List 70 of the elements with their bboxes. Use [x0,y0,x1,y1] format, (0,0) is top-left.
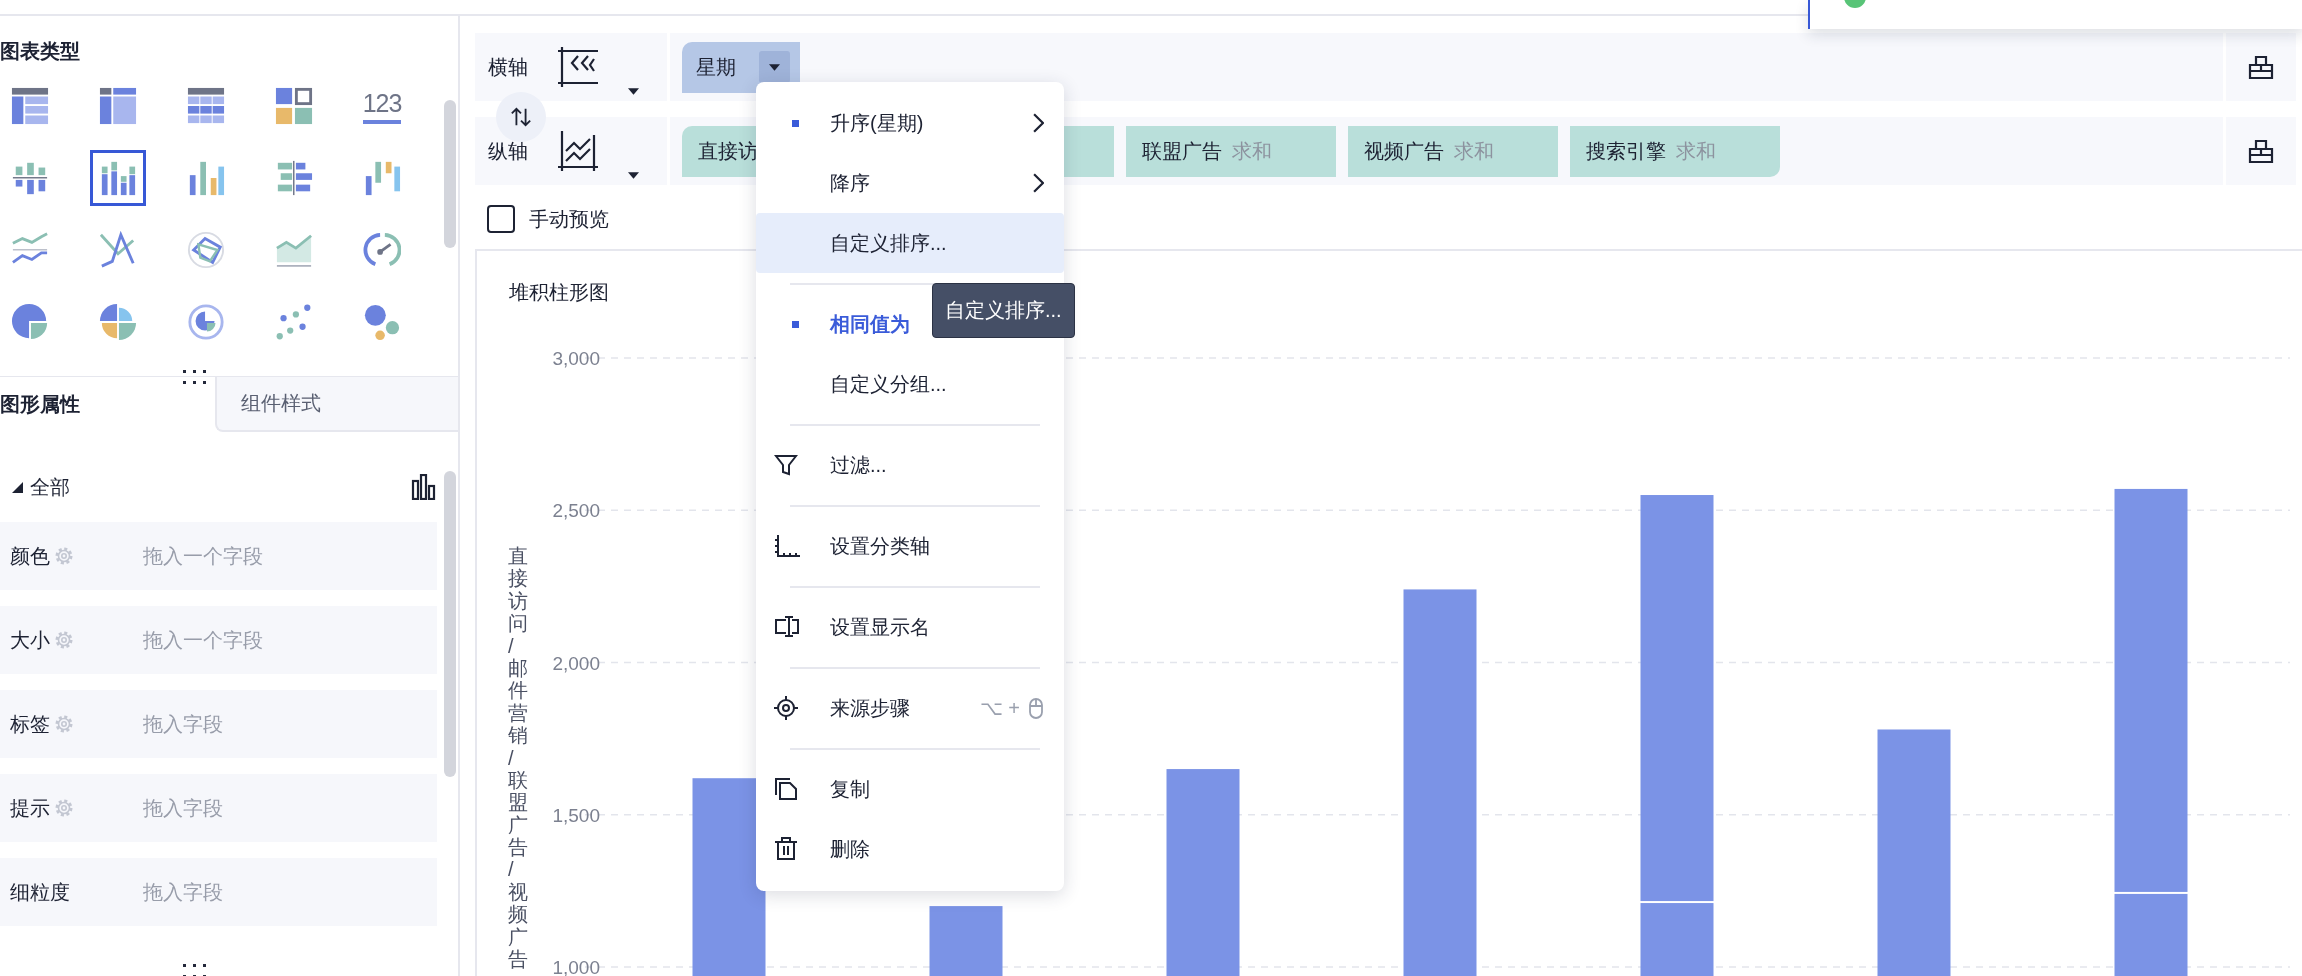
target-icon [774,696,798,720]
section-label: 全部 [30,474,70,500]
menu-item[interactable]: 升序(星期) [756,93,1064,153]
rename-icon [774,615,800,639]
panel-title: 图表类型 [0,39,81,64]
tab[interactable]: 组件样式 [215,377,458,432]
drop-hint: 拖入一个字段 [143,627,263,653]
drop-zone[interactable]: 提示 拖入字段 [0,774,437,842]
shelf-settings-icon[interactable] [2248,139,2274,163]
y-tick-label: 1,500 [552,804,600,826]
scrollbar[interactable] [444,100,456,248]
scrollbar[interactable] [444,471,456,777]
field-label: 标签 [10,711,50,737]
copy-icon [774,777,798,801]
y-tick-label: 2,000 [552,652,600,674]
menu-item[interactable]: 自定义排序... [756,213,1064,273]
chevron-right-icon [1033,113,1044,133]
checkbox-label: 手动预览 [529,206,609,232]
y-axis-title: 直接访问/邮件营销/联盟广告/视频广告 [508,545,528,971]
y-tick-label: 3,000 [552,348,600,369]
chevron-right-icon [1033,173,1044,193]
drop-zone[interactable]: 标签 拖入字段 [0,690,437,758]
swap-icon [510,106,532,128]
dropdown-button[interactable] [759,51,790,83]
mouse-icon [1028,697,1044,719]
caret-icon [769,63,780,71]
trash-icon [774,837,798,861]
drop-zone[interactable]: 颜色 拖入一个字段 [0,522,437,590]
field-pill[interactable]: 视频广告 求和 [1348,125,1558,177]
menu-item[interactable]: 复制 [756,759,1064,819]
field-label: 颜色 [10,543,50,569]
field-label: 大小 [10,627,50,653]
tooltip: 自定义排序... [932,283,1075,338]
axis-icon[interactable] [558,131,598,171]
caret-icon[interactable] [628,172,639,179]
menu-item[interactable]: 设置显示名 [756,597,1064,657]
menu-item[interactable]: 删除 [756,819,1064,879]
menu-item[interactable]: 自定义分组... [756,354,1064,414]
drop-hint: 拖入字段 [143,711,223,737]
drop-hint: 拖入字段 [143,795,223,821]
drop-hint: 拖入一个字段 [143,543,263,569]
field-pill[interactable]: 星期 [682,41,800,93]
bar-chart-icon[interactable] [411,474,437,500]
stacked-bar-chart-icon[interactable] [90,150,146,206]
drop-zone[interactable]: 细粒度 拖入字段 [0,858,437,926]
menu-item[interactable]: 来源步骤 ⌥ + [756,678,1064,738]
menu-item[interactable]: 降序 [756,153,1064,213]
field-label: 提示 [10,795,50,821]
drag-handle-icon[interactable] [183,964,207,976]
menu-item[interactable]: 设置分类轴 [756,516,1064,576]
y-tick-label: 1,000 [552,957,600,976]
shelf-settings-icon[interactable] [2248,55,2274,79]
drag-handle-icon[interactable] [183,370,207,384]
axis-ruler-icon [774,534,800,558]
shelf-label: 横轴 [488,54,528,80]
checkbox[interactable] [487,205,515,233]
filter-icon [774,453,798,477]
drop-zone[interactable]: 大小 拖入一个字段 [0,606,437,674]
shelf-label: 纵轴 [488,138,528,164]
menu-item[interactable]: 过滤... [756,435,1064,495]
shortcut-hint: ⌥ + [979,696,1020,720]
caret-icon[interactable] [628,88,639,95]
chart-title: 堆积柱形图 [509,280,610,305]
axis-icon[interactable] [558,47,598,87]
y-tick-label: 2,500 [552,500,600,522]
drop-hint: 拖入字段 [143,879,223,905]
field-label: 细粒度 [10,879,70,905]
collapse-triangle-icon[interactable] [12,481,23,493]
field-pill[interactable]: 搜索引擎 求和 [1570,125,1780,177]
field-pill[interactable]: 联盟广告 求和 [1126,125,1336,177]
